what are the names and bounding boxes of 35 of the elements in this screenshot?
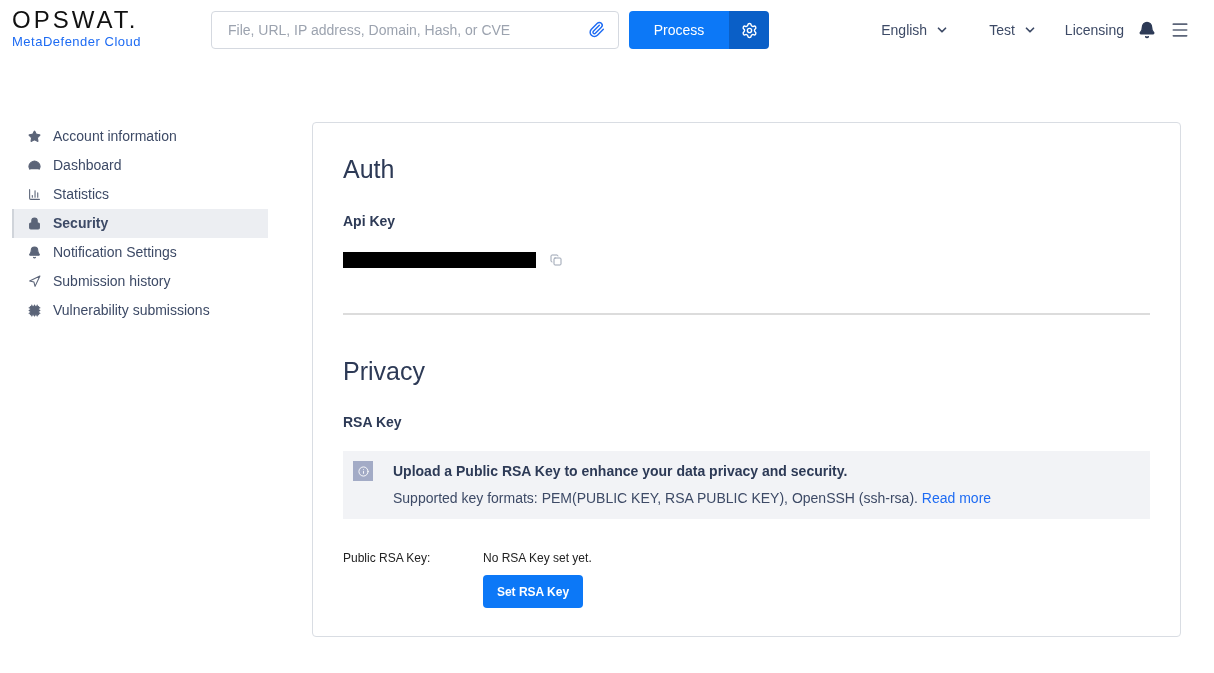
star-icon	[28, 130, 41, 143]
sidebar-item[interactable]: Dashboard	[12, 151, 268, 180]
field-label: Public RSA Key:	[343, 550, 432, 567]
sidebar-item[interactable]: Statistics	[12, 180, 268, 209]
section-title: Privacy	[343, 355, 426, 387]
field-value: No RSA Key set yet.	[483, 550, 592, 567]
logo[interactable]: OPSWAT.	[12, 8, 211, 33]
notification-icon[interactable]	[1138, 21, 1156, 39]
search-field[interactable]: File, URL, IP address, Domain, Hash, or CVE	[211, 11, 619, 49]
field-label: Api Key	[343, 211, 397, 231]
sidebar-item[interactable]: Notification Settings	[12, 238, 268, 267]
arrow-icon	[28, 275, 41, 288]
licensing-link[interactable]: Licensing	[1064, 19, 1124, 41]
field-label: RSA Key	[343, 413, 403, 432]
notice-title: Upload a Public RSA Key to enhance your data privacy and security.	[393, 462, 849, 481]
sidebar-item[interactable]: Account information	[12, 122, 268, 151]
sidebar-item[interactable]: Submission history	[12, 267, 268, 296]
read-more-link[interactable]: Read more	[921, 490, 992, 506]
lock-icon	[28, 217, 41, 230]
section-title: Auth	[343, 154, 396, 185]
sidebar-item[interactable]: Security	[12, 209, 268, 238]
settings-icon	[740, 21, 758, 39]
bell-icon	[28, 246, 41, 259]
settings-button[interactable]	[729, 11, 769, 49]
notice-text: Supported key formats: PEM(PUBLIC KEY, RSA PUBLIC KEY), OpenSSH (ssh-rsa). Read more	[393, 489, 992, 508]
user-dropdown[interactable]: Test	[989, 19, 1037, 41]
sidebar-item[interactable]: Vulnerability submissions	[12, 296, 268, 325]
paperclip-icon[interactable]	[588, 21, 605, 38]
info-icon	[353, 461, 373, 481]
bar-chart-icon	[28, 188, 41, 201]
product-name: MetaDefender Cloud	[12, 33, 142, 52]
language-dropdown[interactable]: English	[881, 19, 950, 41]
process-button[interactable]: Process	[629, 11, 729, 49]
set-rsa-key-button[interactable]: Set RSA Key	[483, 575, 583, 608]
menu-icon[interactable]	[1170, 20, 1190, 40]
